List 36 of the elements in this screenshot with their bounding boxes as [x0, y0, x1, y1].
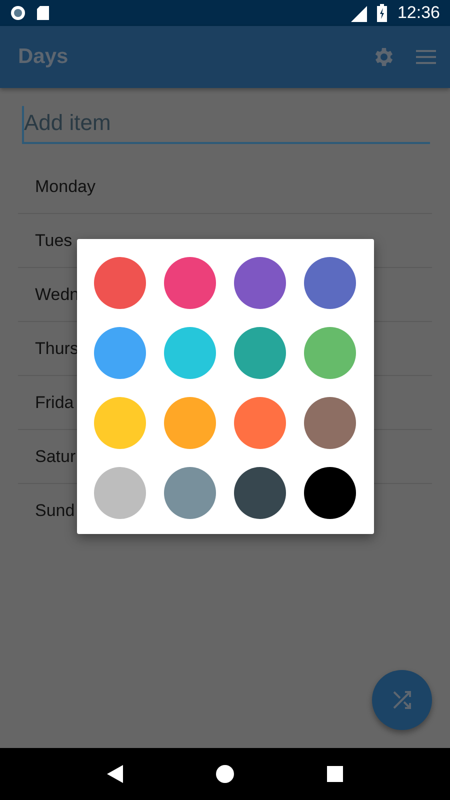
color-swatch[interactable]: [164, 257, 216, 309]
color-swatch[interactable]: [94, 257, 146, 309]
color-swatch[interactable]: [234, 327, 286, 379]
sd-card-icon: [36, 5, 50, 21]
circle-icon: [10, 5, 26, 21]
back-button[interactable]: [106, 765, 123, 783]
shuffle-button[interactable]: [372, 670, 432, 730]
list-item[interactable]: Monday: [18, 176, 96, 196]
color-swatch[interactable]: [94, 327, 146, 379]
home-button[interactable]: [216, 765, 234, 783]
color-swatch[interactable]: [304, 467, 356, 519]
app-title: Days: [18, 45, 70, 69]
clock-time: 12:36: [397, 3, 440, 23]
list-item[interactable]: Thurs: [18, 338, 78, 358]
add-item-field[interactable]: Add item: [22, 106, 430, 144]
color-swatch[interactable]: [304, 257, 356, 309]
color-swatch[interactable]: [164, 327, 216, 379]
color-swatch[interactable]: [234, 397, 286, 449]
color-swatch[interactable]: [304, 397, 356, 449]
color-swatch[interactable]: [94, 467, 146, 519]
color-swatch[interactable]: [234, 467, 286, 519]
list-item[interactable]: Satur: [18, 446, 76, 466]
color-swatch[interactable]: [94, 397, 146, 449]
signal-icon: [351, 4, 368, 22]
menu-button[interactable]: [416, 49, 436, 65]
color-swatch[interactable]: [164, 467, 216, 519]
list-item[interactable]: Wedn: [18, 284, 80, 304]
shuffle-icon: [391, 689, 413, 711]
color-swatch[interactable]: [304, 327, 356, 379]
color-swatch[interactable]: [234, 257, 286, 309]
recents-button[interactable]: [327, 766, 344, 782]
list-item[interactable]: Frida: [18, 392, 74, 412]
color-swatch[interactable]: [164, 397, 216, 449]
battery-icon: [377, 4, 388, 22]
list-item[interactable]: Sund: [18, 500, 75, 520]
list-item[interactable]: Tues: [18, 230, 72, 250]
